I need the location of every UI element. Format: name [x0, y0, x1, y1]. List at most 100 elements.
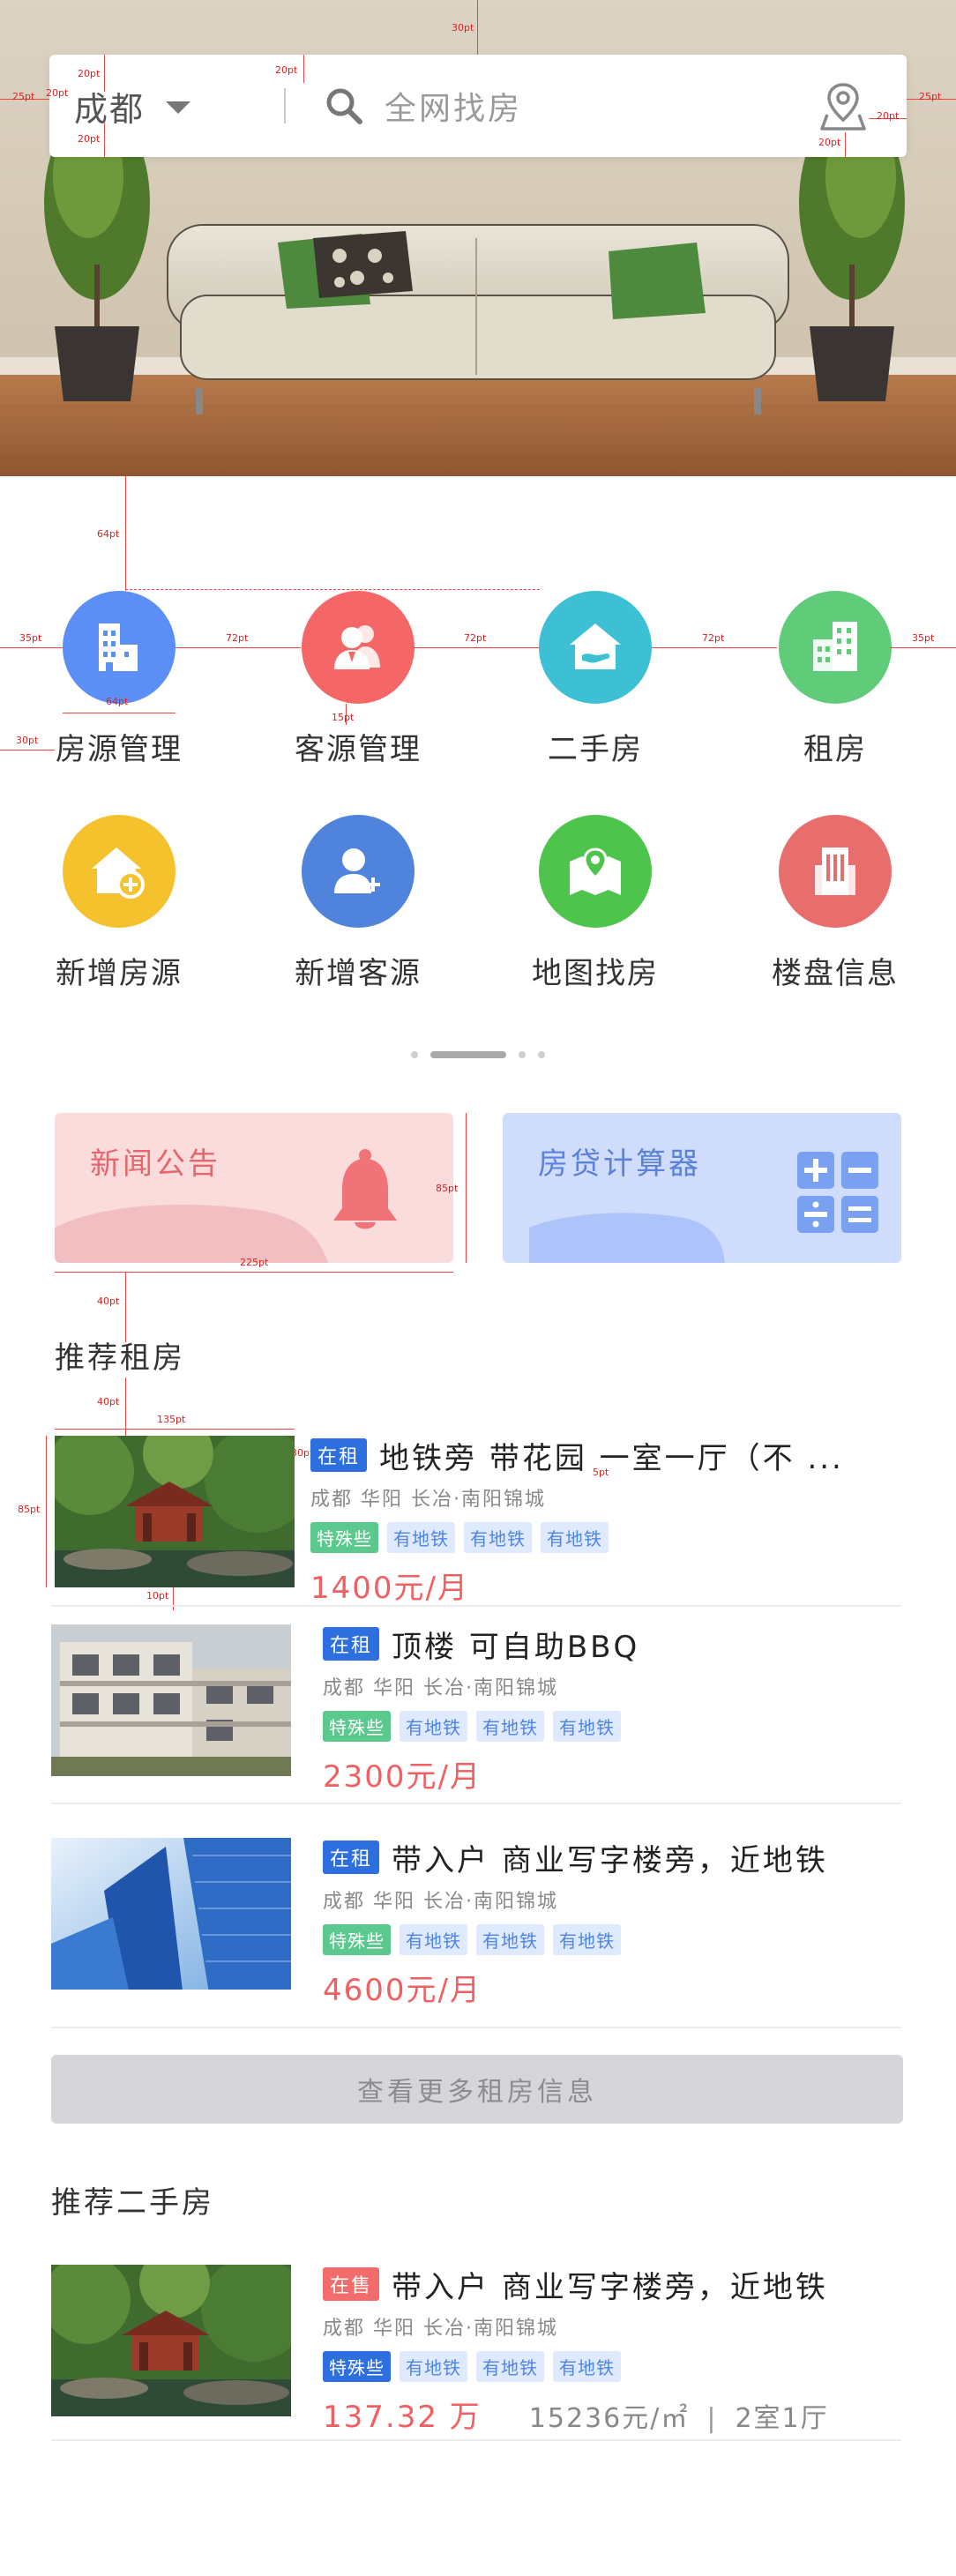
rent-listing-3[interactable]: 在租 带入户 商业写字楼旁，近地铁 成都 华阳 长冶·南阳锦城 特殊些 有地铁 … — [51, 1838, 901, 2028]
tag-special: 特殊些 — [323, 1924, 391, 1955]
guide-line — [477, 0, 478, 55]
listing-photo — [51, 2265, 291, 2416]
price-value: 2300元/月 — [323, 1759, 482, 1795]
guide-line — [414, 647, 539, 648]
tag-subway: 有地铁 — [400, 1711, 467, 1742]
add-house-icon — [92, 847, 145, 899]
menu-item-add-customer[interactable]: 新增客源 — [274, 815, 442, 992]
annotation-card-height: 85pt — [436, 1183, 459, 1194]
hero-banner: 成都 全网找房 — [0, 0, 956, 476]
guide-line — [125, 589, 540, 590]
annotation-thumb-width: 135pt — [157, 1414, 186, 1425]
menu-label: 楼盘信息 — [772, 956, 899, 991]
loan-calculator-card[interactable]: 房贷计算器 — [503, 1113, 901, 1263]
tag-special: 特殊些 — [323, 2351, 391, 2382]
menu-item-map-search[interactable]: 地图找房 — [512, 815, 679, 992]
listing-info: 在售 带入户 商业写字楼旁，近地铁 成都 华阳 长冶·南阳锦城 特殊些 有地铁 … — [323, 2265, 901, 2436]
rent-listing-2[interactable]: 在租 顶楼 可自助BBQ 成都 华阳 长冶·南阳锦城 特殊些 有地铁 有地铁 有… — [51, 1624, 901, 1804]
house-hand-icon — [570, 623, 621, 669]
search-divider — [284, 88, 286, 123]
listing-title: 顶楼 可自助BBQ — [392, 1629, 640, 1665]
page-dot-active[interactable] — [430, 1051, 506, 1058]
guide-line — [466, 1113, 467, 1263]
location-pin-icon[interactable] — [818, 79, 868, 132]
apartment-icon — [813, 622, 857, 671]
calculator-icon — [797, 1152, 878, 1233]
guide-line — [104, 123, 105, 157]
annotation-inner-left: 20pt — [46, 87, 69, 99]
chevron-down-icon — [166, 101, 191, 114]
annotation-inner-bottom: 20pt — [78, 133, 101, 145]
annotation-thumb-height: 85pt — [18, 1504, 41, 1515]
news-card[interactable]: 新闻公告 — [55, 1113, 453, 1263]
page-dot[interactable] — [519, 1051, 526, 1058]
status-badge: 在售 — [323, 2267, 380, 2301]
search-input[interactable]: 全网找房 — [385, 83, 818, 129]
add-user-icon — [334, 848, 380, 893]
annotation-menu-gap-2: 72pt — [464, 632, 487, 644]
listing-tags: 特殊些 有地铁 有地铁 有地铁 — [323, 2351, 901, 2382]
price-separator: | — [706, 2403, 718, 2434]
listing-photo — [51, 1624, 291, 1776]
more-rentals-button[interactable]: 查看更多租房信息 — [51, 2055, 903, 2124]
tag-subway: 有地铁 — [464, 1522, 532, 1553]
listing-tags: 特殊些 有地铁 有地铁 有地铁 — [323, 1924, 901, 1955]
tag-subway: 有地铁 — [400, 2351, 467, 2382]
annotation-icon-size: 64pt — [106, 696, 129, 707]
annotation-menu-left: 35pt — [19, 632, 42, 644]
status-badge: 在租 — [310, 1438, 368, 1472]
search-bar[interactable]: 成都 全网找房 — [49, 55, 907, 157]
menu-item-estate-info[interactable]: 楼盘信息 — [751, 815, 919, 992]
tag-subway: 有地铁 — [553, 2351, 621, 2382]
annotation-inner-top: 20pt — [78, 68, 101, 79]
listing-price: 137.32 万 15236元/㎡ | 2室1厅 — [323, 2393, 901, 2436]
menu-item-customer-management[interactable]: 客源管理 — [274, 591, 442, 768]
page-dot[interactable] — [538, 1051, 545, 1058]
menu-item-second-hand[interactable]: 二手房 — [512, 591, 679, 768]
annotation-menu-gap-3: 72pt — [702, 632, 725, 644]
annotation-left-margin: 25pt — [12, 91, 35, 102]
menu-item-listing-management[interactable]: 房源管理 — [35, 591, 203, 768]
annotation-menu-top: 64pt — [97, 528, 120, 540]
rent-listing-1[interactable]: 在租 地铁旁 带花园 一室一厅（不 ... 成都 华阳 长冶·南阳锦城 特殊些 … — [51, 1436, 901, 1607]
price-value: 137.32 万 — [323, 2400, 482, 2435]
listing-tags: 特殊些 有地铁 有地铁 有地铁 — [310, 1522, 901, 1553]
guide-line — [176, 647, 301, 648]
city-label: 成都 — [74, 89, 146, 129]
annotation-menu-right: 35pt — [912, 632, 935, 644]
annotation-section-gap: 40pt — [97, 1295, 120, 1307]
menu-label: 租房 — [803, 732, 867, 767]
page-indicator[interactable] — [0, 1051, 956, 1058]
annotation-list-gap: 40pt — [97, 1396, 120, 1407]
map-pin-icon — [570, 847, 621, 895]
page-dot[interactable] — [411, 1051, 418, 1058]
guide-line — [55, 1272, 453, 1273]
price-value: 1400元/月 — [310, 1571, 469, 1606]
tag-subway: 有地铁 — [387, 1522, 455, 1553]
annotation-icon-right: 20pt — [877, 110, 900, 122]
listing-info: 在租 地铁旁 带花园 一室一厅（不 ... 成都 华阳 长冶·南阳锦城 特殊些 … — [310, 1436, 901, 1607]
menu-label: 地图找房 — [532, 956, 659, 991]
menu-icon-bg — [63, 591, 176, 704]
guide-line — [845, 132, 846, 157]
guide-line — [125, 1272, 126, 1342]
sale-listing-1[interactable]: 在售 带入户 商业写字楼旁，近地铁 成都 华阳 长冶·南阳锦城 特殊些 有地铁 … — [51, 2265, 901, 2441]
listing-info: 在租 顶楼 可自助BBQ 成都 华阳 长冶·南阳锦城 特殊些 有地铁 有地铁 有… — [323, 1624, 901, 1796]
guide-line — [125, 476, 126, 591]
annotation-icon-bottom: 20pt — [818, 137, 841, 148]
annotation-label-gap: 15pt — [332, 712, 355, 723]
city-selector[interactable]: 成都 — [49, 82, 235, 131]
menu-icon-bg — [779, 591, 892, 704]
menu-item-rent[interactable]: 租房 — [751, 591, 919, 768]
annotation-search-gap: 20pt — [275, 64, 298, 76]
menu-icon-bg — [302, 815, 415, 928]
annotation-menu-gap-1: 72pt — [226, 632, 249, 644]
rent-section-title: 推荐租房 — [55, 1340, 185, 1376]
menu-item-add-listing[interactable]: 新增房源 — [35, 815, 203, 992]
menu-label: 客源管理 — [295, 732, 422, 767]
menu-icon-bg — [539, 815, 652, 928]
menu-label: 房源管理 — [56, 732, 183, 767]
menu-icon-bg — [302, 591, 415, 704]
menu-icon-bg — [63, 815, 176, 928]
listing-price: 4600元/月 — [323, 1966, 901, 2009]
